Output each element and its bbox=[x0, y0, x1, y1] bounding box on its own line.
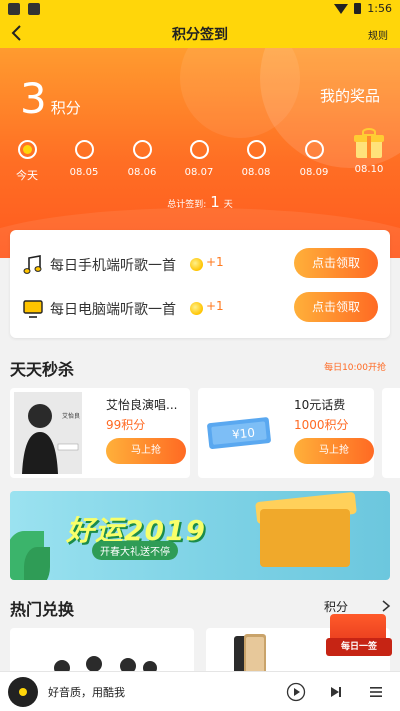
total-label: 总计签到: bbox=[167, 200, 207, 210]
day-label: 今天 bbox=[16, 169, 38, 182]
daily-sign-badge[interactable]: 每日一签 bbox=[326, 600, 394, 662]
playlist-menu-icon[interactable] bbox=[366, 682, 386, 702]
claim-button[interactable]: 点击领取 bbox=[294, 248, 378, 278]
nav-bar: 积分签到 规则 bbox=[0, 20, 400, 48]
promo-banner[interactable]: 好运2019 开春大礼送不停 bbox=[10, 491, 390, 580]
voucher-amount: ¥10 bbox=[231, 425, 255, 441]
item-name: 10元话费 bbox=[294, 398, 346, 412]
checkin-day-today[interactable]: 今天 bbox=[2, 136, 52, 183]
coin-icon bbox=[190, 302, 203, 315]
points-display: 3 积分 bbox=[20, 74, 81, 123]
day-label: 08.10 bbox=[354, 164, 384, 175]
item-points: 99积分 bbox=[106, 418, 146, 432]
status-bar: 1:56 bbox=[0, 0, 400, 20]
day-circle-icon bbox=[132, 140, 152, 159]
day-circle-icon bbox=[246, 140, 266, 159]
checkin-day-gift[interactable]: 08.10 bbox=[344, 128, 394, 175]
day-label: 08.09 bbox=[299, 167, 329, 178]
wifi-icon bbox=[334, 3, 349, 14]
status-time: 1:56 bbox=[367, 2, 392, 15]
item-name: 艾怡良演唱... bbox=[106, 398, 178, 412]
music-note-icon bbox=[23, 255, 42, 274]
task-row: 每日电脑端听歌一首 +1 点击领取 bbox=[10, 288, 390, 328]
flash-sale-item[interactable]: 艾怡良 艾怡良演唱... 99积分 马上抢 bbox=[10, 388, 190, 478]
rules-link[interactable]: 规则 bbox=[368, 27, 388, 42]
checkin-hero: 3 积分 我的奖品 今天 08.05 08.06 08.07 08.08 08.… bbox=[0, 48, 400, 258]
hot-exchange-title: 热门兑换 bbox=[10, 600, 75, 619]
total-checkins: 总计签到: 1 天 bbox=[0, 193, 400, 211]
gift-box-icon bbox=[354, 128, 384, 158]
singer-figure-icon: 艾怡良 bbox=[14, 392, 82, 474]
grab-now-button[interactable]: 马上抢 bbox=[106, 438, 186, 464]
task-row: 每日手机端听歌一首 +1 点击领取 bbox=[10, 244, 390, 284]
checkin-day[interactable]: 08.08 bbox=[231, 136, 281, 178]
monitor-icon bbox=[23, 300, 43, 318]
item-points: 1000积分 bbox=[294, 418, 349, 432]
claim-button[interactable]: 点击领取 bbox=[294, 292, 378, 322]
phone-credit-voucher-image: ¥10 bbox=[202, 392, 271, 474]
day-checked-icon bbox=[17, 140, 37, 159]
flash-sale-title: 天天秒杀 bbox=[10, 360, 75, 379]
grab-now-button[interactable]: 马上抢 bbox=[294, 438, 374, 464]
play-icon[interactable] bbox=[286, 682, 306, 702]
banner-subtitle: 开春大礼送不停 bbox=[92, 541, 178, 560]
checkin-day[interactable]: 08.05 bbox=[59, 136, 109, 178]
day-label: 08.07 bbox=[184, 167, 214, 178]
daily-task-card: 每日手机端听歌一首 +1 点击领取 每日电脑端听歌一首 +1 点击领取 bbox=[10, 230, 390, 338]
points-value: 3 bbox=[20, 74, 47, 123]
day-label: 08.06 bbox=[127, 167, 157, 178]
day-label: 08.08 bbox=[241, 167, 271, 178]
status-right: 1:56 bbox=[334, 2, 392, 15]
checkin-day[interactable]: 08.07 bbox=[174, 136, 224, 178]
treasure-chest-icon bbox=[260, 509, 350, 567]
album-disc-icon[interactable] bbox=[8, 677, 38, 707]
app-notification-icon bbox=[8, 3, 20, 15]
total-unit: 天 bbox=[223, 200, 233, 210]
voucher-icon: ¥10 bbox=[207, 417, 271, 449]
task-reward: +1 bbox=[206, 299, 224, 313]
task-label: 每日电脑端听歌一首 bbox=[50, 302, 176, 318]
flash-sale-subtitle: 每日10:00开抢 bbox=[324, 363, 386, 373]
my-prizes-link[interactable]: 我的奖品 bbox=[320, 85, 380, 106]
decor-leaf bbox=[24, 547, 50, 580]
battery-icon bbox=[354, 3, 362, 14]
checkin-days: 今天 08.05 08.06 08.07 08.08 08.09 08.10 bbox=[0, 128, 400, 188]
notification-icons bbox=[8, 3, 40, 15]
daily-sign-label: 每日一签 bbox=[326, 638, 392, 656]
task-reward: +1 bbox=[206, 255, 224, 269]
player-text: 好音质，用酷我 bbox=[48, 686, 125, 699]
mini-player: 好音质，用酷我 bbox=[0, 671, 400, 711]
next-track-icon[interactable] bbox=[326, 682, 346, 702]
task-label: 每日手机端听歌一首 bbox=[50, 258, 176, 274]
total-count: 1 bbox=[210, 193, 220, 211]
checkin-day[interactable]: 08.09 bbox=[289, 136, 339, 178]
coin-icon bbox=[190, 258, 203, 271]
concert-poster-image: 艾怡良 bbox=[14, 392, 82, 474]
app-notification-icon bbox=[28, 3, 40, 15]
day-circle-icon bbox=[74, 140, 94, 159]
checkin-day[interactable]: 08.06 bbox=[117, 136, 167, 178]
day-circle-icon bbox=[189, 140, 209, 159]
day-label: 08.05 bbox=[69, 167, 99, 178]
day-circle-icon bbox=[304, 140, 324, 159]
points-unit: 积分 bbox=[50, 99, 81, 117]
flash-sale-item[interactable]: ¥10 10元话费 1000积分 马上抢 bbox=[198, 388, 374, 478]
flash-sale-item-peek[interactable] bbox=[382, 388, 400, 478]
poster-artist-name: 艾怡良 bbox=[62, 412, 80, 420]
page-title: 积分签到 bbox=[172, 27, 228, 43]
